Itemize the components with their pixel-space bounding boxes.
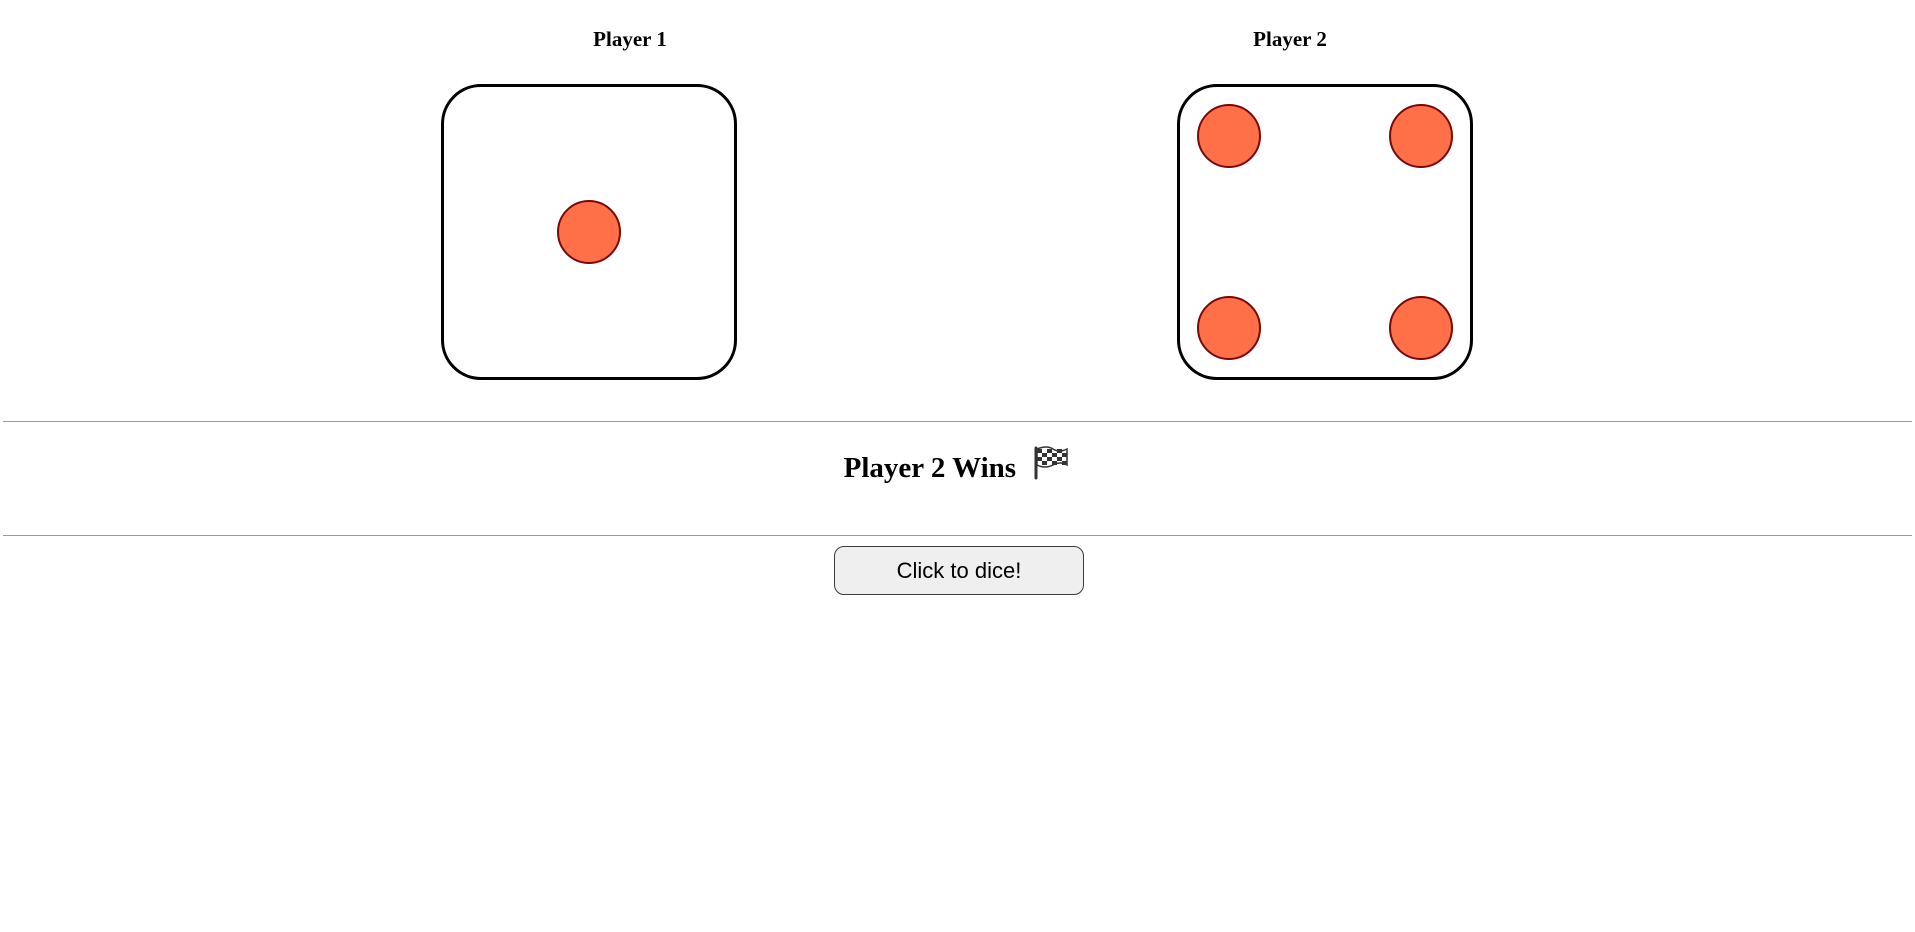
die-pip (1388, 295, 1453, 360)
roll-dice-button[interactable]: Click to dice! (834, 546, 1084, 595)
divider-top (3, 421, 1912, 422)
player-2-title: Player 2 (1253, 27, 1327, 51)
result-banner: Player 2 Wins (0, 444, 1915, 494)
result-text: Player 2 Wins (843, 452, 1017, 485)
die-pip (1197, 295, 1262, 360)
die-pip (557, 200, 621, 264)
checkered-flag-icon (1031, 444, 1071, 491)
dice-game: Player 1 Player 2 Player 2 Wins Click to… (0, 0, 1915, 932)
divider-bottom (3, 535, 1912, 536)
die-pip (1197, 104, 1262, 169)
player-1-title: Player 1 (593, 27, 667, 51)
player-1-die (441, 84, 737, 380)
die-pip (1388, 104, 1453, 169)
player-2-die (1177, 84, 1473, 380)
